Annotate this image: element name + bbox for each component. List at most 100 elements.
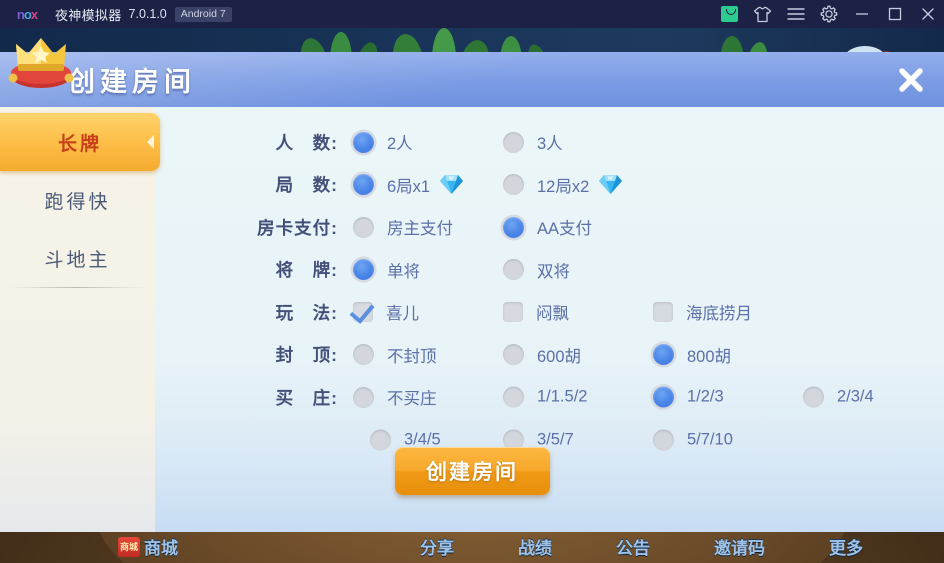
option-radio[interactable]: 不买庄 [353, 385, 437, 409]
option-checkbox[interactable]: 海底捞月 [653, 300, 752, 324]
row-label: 将 牌: [275, 260, 338, 281]
radio-selected[interactable] [503, 216, 524, 238]
tshirt-icon[interactable] [746, 0, 779, 28]
option-checkbox[interactable]: 喜儿 [353, 300, 419, 324]
row-label: 封 顶: [275, 345, 338, 366]
checkbox-unchecked[interactable] [653, 302, 673, 323]
radio-selected[interactable] [353, 174, 374, 196]
radio-unselected[interactable] [503, 131, 524, 153]
app-name: 夜神模拟器 [55, 7, 122, 23]
option-label: 不买庄 [387, 390, 437, 409]
radio-selected[interactable] [653, 386, 674, 408]
radio-unselected[interactable] [353, 344, 374, 366]
nav-item-invite[interactable]: 邀请码 [714, 534, 765, 559]
option-radio[interactable]: 2人 [353, 130, 413, 154]
nav-shop-label: 商城 [144, 539, 178, 558]
option-label: 不封顶 [387, 347, 437, 366]
option-label: 800胡 [687, 347, 732, 366]
option-radio[interactable]: 600胡 [503, 343, 581, 367]
option-label: 1/2/3 [687, 387, 724, 406]
radio-selected[interactable] [353, 259, 374, 281]
checkbox-checked[interactable] [353, 302, 373, 323]
minimize-button[interactable] [845, 0, 878, 28]
option-group: 不封顶 600胡 800胡 [338, 334, 944, 377]
option-label: 双将 [537, 262, 570, 281]
menu-icon[interactable] [779, 0, 812, 28]
checkbox-unchecked[interactable] [503, 302, 523, 323]
create-room-button[interactable]: 创建房间 [394, 447, 550, 495]
option-label: 2人 [387, 135, 413, 154]
dialog-title: 创建房间 [68, 67, 196, 97]
row-label: 买 庄: [275, 387, 338, 408]
option-label: 3人 [537, 135, 563, 154]
radio-selected[interactable] [353, 131, 374, 153]
row-label: 人 数: [275, 132, 338, 153]
row-label: 房卡支付: [257, 217, 338, 238]
option-label: 房主支付 [387, 220, 453, 239]
radio-unselected[interactable] [503, 344, 524, 366]
shop-badge: 商城 [118, 536, 140, 557]
form-row: 封 顶: 不封顶 600胡 800胡 [155, 334, 944, 377]
option-radio[interactable]: 2/3/4 [803, 386, 874, 408]
form-row: 将 牌: 单将 双将 [155, 249, 944, 292]
create-button-container: 创建房间 [0, 447, 944, 495]
diamond-icon [598, 174, 623, 195]
nox-emulator-window: nox 夜神模拟器 7.0.1.0 Android 7 商城 商城 分享 战绩 … [0, 0, 944, 563]
row-label: 局 数: [275, 175, 338, 196]
option-radio[interactable]: 双将 [503, 258, 570, 282]
form-row: 人 数: 2人 3人 [155, 121, 944, 164]
option-label: 2/3/4 [837, 387, 874, 406]
diamond-icon [439, 174, 464, 195]
radio-unselected[interactable] [803, 386, 824, 408]
sidebar-item-changpai[interactable]: 长牌 [0, 113, 160, 171]
option-radio[interactable]: 6局x1 [353, 173, 464, 197]
radio-unselected[interactable] [503, 386, 524, 408]
option-label: 单将 [387, 262, 420, 281]
app-version: 7.0.1.0 [128, 7, 167, 21]
option-checkbox[interactable]: 闷飘 [503, 300, 569, 324]
option-radio[interactable]: 不封顶 [353, 343, 437, 367]
sidebar-item-paodekuai[interactable]: 跑得快 [0, 171, 155, 229]
option-radio[interactable]: 3人 [503, 130, 563, 154]
nav-item-share[interactable]: 分享 [420, 534, 454, 559]
radio-unselected[interactable] [503, 259, 524, 281]
option-label: 600胡 [537, 347, 582, 366]
form-row: 玩 法: 喜儿 闷飘 海底捞月 [155, 291, 944, 334]
gear-icon[interactable] [812, 0, 845, 28]
nav-item-more[interactable]: 更多 [829, 534, 863, 559]
radio-unselected[interactable] [353, 386, 374, 408]
nav-item-notice[interactable]: 公告 [616, 534, 650, 559]
option-radio[interactable]: 12局x2 [503, 173, 623, 197]
option-group: 不买庄 1/1.5/2 1/2/3 2/3/4 [338, 376, 944, 419]
nav-item-record[interactable]: 战绩 [518, 534, 552, 559]
option-radio[interactable]: AA支付 [503, 215, 592, 239]
dialog-close-icon[interactable] [892, 61, 930, 99]
option-label: 6局x1 [387, 177, 431, 196]
dialog-header: 创建房间 [0, 38, 944, 107]
option-label: 1/1.5/2 [537, 387, 588, 406]
nav-item-shop[interactable]: 商城 商城 [118, 534, 178, 559]
option-radio[interactable]: 800胡 [653, 343, 731, 367]
form-row: 买 庄: 不买庄 1/1.5/2 1/2/3 2/3/4 [155, 376, 944, 419]
option-label: 12局x2 [537, 177, 590, 196]
option-group: 房主支付 AA支付 [338, 206, 944, 249]
radio-selected[interactable] [653, 344, 674, 366]
nox-logo-icon: nox [16, 6, 38, 22]
titlebar-buttons [713, 0, 944, 28]
option-radio[interactable]: 单将 [353, 258, 420, 282]
option-group: 单将 双将 [338, 249, 944, 292]
sidebar-item-label: 跑得快 [44, 191, 111, 213]
option-group: 6局x1 12局x2 [338, 164, 944, 207]
radio-unselected[interactable] [503, 174, 524, 196]
option-group: 喜儿 闷飘 海底捞月 [338, 291, 944, 334]
option-radio[interactable]: 房主支付 [353, 215, 453, 239]
maximize-button[interactable] [878, 0, 911, 28]
sidebar-item-doudizhu[interactable]: 斗地主 [0, 229, 155, 287]
option-radio[interactable]: 1/2/3 [653, 386, 724, 408]
option-radio[interactable]: 1/1.5/2 [503, 386, 588, 408]
window-titlebar: nox 夜神模拟器 7.0.1.0 Android 7 [0, 0, 944, 28]
close-button[interactable] [911, 0, 944, 28]
option-label: AA支付 [537, 220, 593, 239]
radio-unselected[interactable] [353, 216, 374, 238]
shop-bag-icon[interactable] [713, 0, 746, 28]
